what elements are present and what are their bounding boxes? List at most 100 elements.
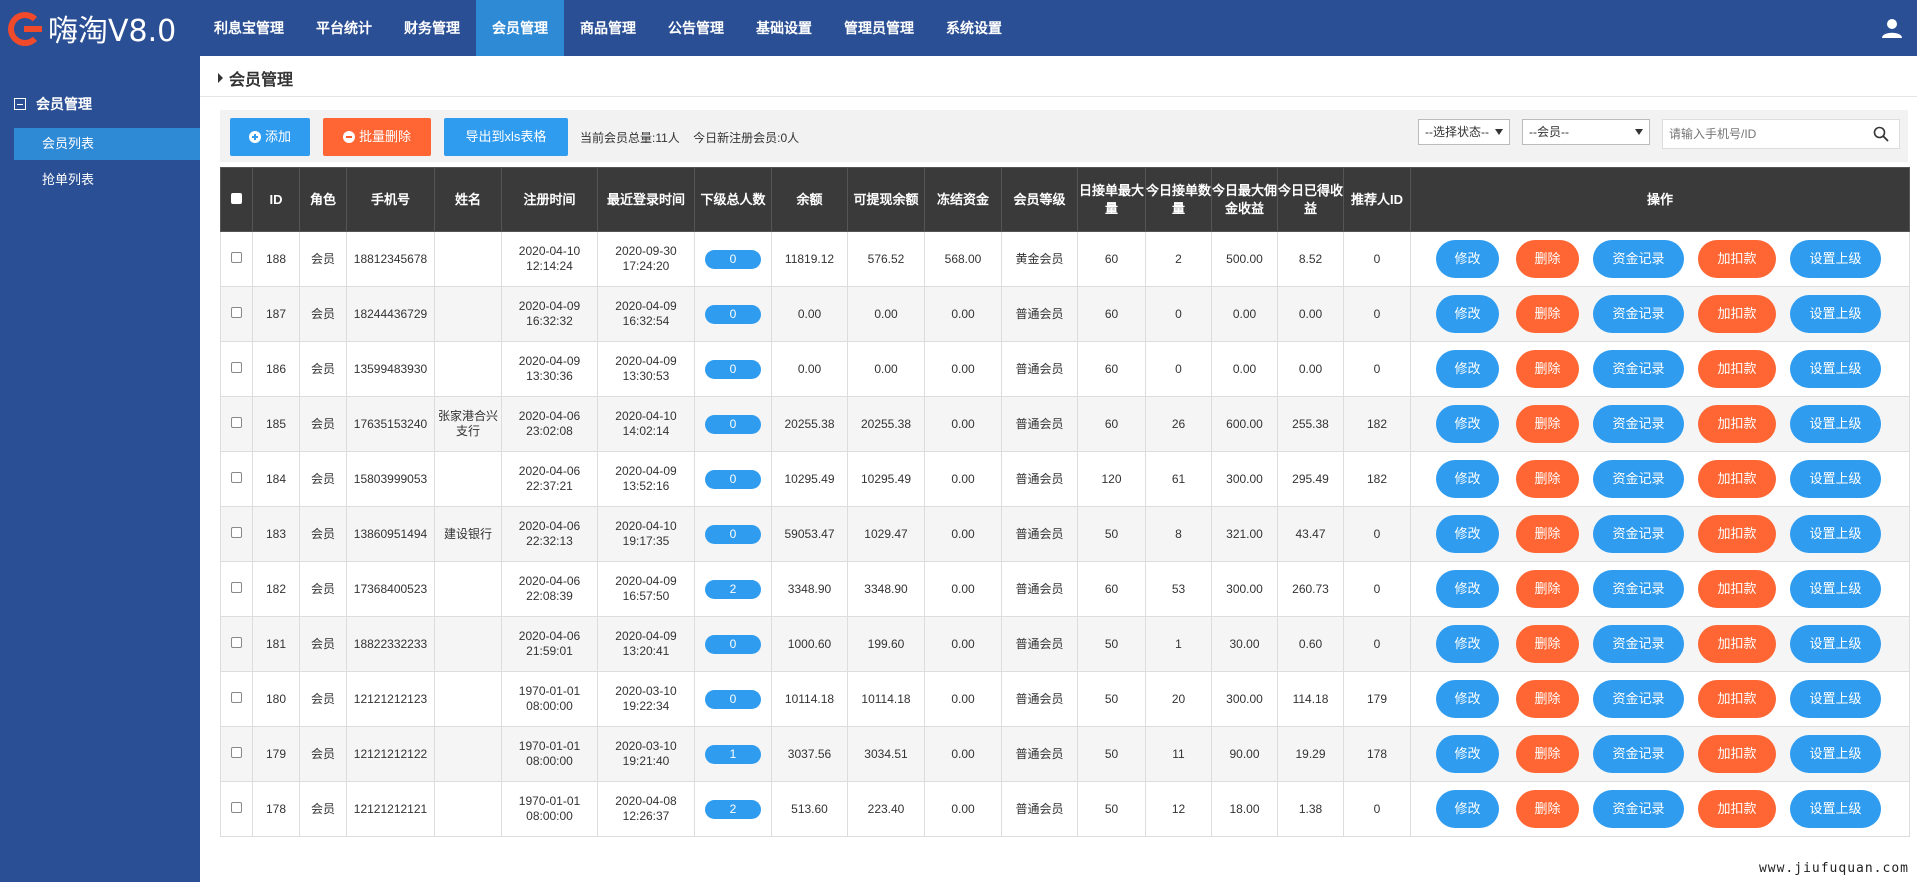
add-button[interactable]: 添加	[230, 118, 310, 156]
row-checkbox[interactable]	[231, 691, 242, 703]
fund-records-button[interactable]: 资金记录	[1593, 570, 1684, 608]
adjust-balance-button[interactable]: 加扣款	[1698, 295, 1776, 333]
status-select[interactable]: --选择状态--	[1418, 119, 1510, 145]
delete-button[interactable]: 删除	[1516, 405, 1579, 443]
user-icon[interactable]	[1881, 17, 1903, 39]
nav-item[interactable]: 基础设置	[740, 0, 828, 56]
row-checkbox[interactable]	[231, 746, 242, 758]
row-checkbox[interactable]	[231, 636, 242, 648]
sidebar-item-member-list[interactable]: 会员列表	[14, 128, 200, 160]
edit-button[interactable]: 修改	[1436, 735, 1499, 773]
delete-button[interactable]: 删除	[1516, 570, 1579, 608]
delete-button[interactable]: 删除	[1516, 295, 1579, 333]
adjust-balance-button[interactable]: 加扣款	[1698, 570, 1776, 608]
sidebar-item-order-list[interactable]: 抢单列表	[14, 164, 200, 196]
delete-button[interactable]: 删除	[1516, 240, 1579, 278]
fund-records-button[interactable]: 资金记录	[1593, 515, 1684, 553]
edit-button[interactable]: 修改	[1436, 240, 1499, 278]
delete-button[interactable]: 删除	[1516, 350, 1579, 388]
set-superior-button[interactable]: 设置上级	[1790, 570, 1881, 608]
edit-button[interactable]: 修改	[1436, 625, 1499, 663]
adjust-balance-button[interactable]: 加扣款	[1698, 405, 1776, 443]
fund-records-button[interactable]: 资金记录	[1593, 625, 1684, 663]
fund-records-button[interactable]: 资金记录	[1593, 240, 1684, 278]
fund-records-button[interactable]: 资金记录	[1593, 680, 1684, 718]
set-superior-button[interactable]: 设置上级	[1790, 405, 1881, 443]
adjust-balance-button[interactable]: 加扣款	[1698, 680, 1776, 718]
nav-item[interactable]: 公告管理	[652, 0, 740, 56]
adjust-balance-button[interactable]: 加扣款	[1698, 790, 1776, 828]
set-superior-button[interactable]: 设置上级	[1790, 295, 1881, 333]
nav-item[interactable]: 系统设置	[930, 0, 1018, 56]
set-superior-button[interactable]: 设置上级	[1790, 735, 1881, 773]
row-checkbox[interactable]	[231, 526, 242, 538]
subordinate-count-badge[interactable]: 0	[705, 414, 761, 434]
adjust-balance-button[interactable]: 加扣款	[1698, 240, 1776, 278]
set-superior-button[interactable]: 设置上级	[1790, 460, 1881, 498]
set-superior-button[interactable]: 设置上级	[1790, 680, 1881, 718]
set-superior-button[interactable]: 设置上级	[1790, 240, 1881, 278]
app-logo[interactable]: 嗨淘V8.0	[6, 10, 176, 49]
edit-button[interactable]: 修改	[1436, 460, 1499, 498]
fund-records-button[interactable]: 资金记录	[1593, 735, 1684, 773]
row-checkbox[interactable]	[231, 416, 242, 428]
delete-button[interactable]: 删除	[1516, 680, 1579, 718]
adjust-balance-button[interactable]: 加扣款	[1698, 460, 1776, 498]
select-all-checkbox[interactable]	[231, 192, 242, 204]
nav-item[interactable]: 商品管理	[564, 0, 652, 56]
edit-button[interactable]: 修改	[1436, 515, 1499, 553]
row-checkbox[interactable]	[231, 306, 242, 318]
nav-item[interactable]: 利息宝管理	[198, 0, 300, 56]
fund-records-button[interactable]: 资金记录	[1593, 295, 1684, 333]
search-input[interactable]	[1663, 120, 1853, 148]
edit-button[interactable]: 修改	[1436, 295, 1499, 333]
row-checkbox[interactable]	[231, 801, 242, 813]
subordinate-count-badge[interactable]: 0	[705, 524, 761, 544]
nav-item[interactable]: 平台统计	[300, 0, 388, 56]
export-xls-button[interactable]: 导出到xls表格	[444, 118, 568, 156]
fund-records-button[interactable]: 资金记录	[1593, 350, 1684, 388]
subordinate-count-badge[interactable]: 0	[705, 634, 761, 654]
nav-item[interactable]: 会员管理	[476, 0, 564, 56]
sidebar-group-member[interactable]: 会员管理	[14, 94, 92, 114]
delete-button[interactable]: 删除	[1516, 625, 1579, 663]
search-icon[interactable]	[1873, 126, 1889, 142]
batch-delete-button[interactable]: 批量删除	[323, 118, 431, 156]
row-checkbox[interactable]	[231, 471, 242, 483]
row-checkbox[interactable]	[231, 361, 242, 373]
fund-records-button[interactable]: 资金记录	[1593, 460, 1684, 498]
edit-button[interactable]: 修改	[1436, 350, 1499, 388]
adjust-balance-button[interactable]: 加扣款	[1698, 350, 1776, 388]
nav-item[interactable]: 财务管理	[388, 0, 476, 56]
subordinate-count-badge[interactable]: 0	[705, 249, 761, 269]
delete-button[interactable]: 删除	[1516, 460, 1579, 498]
edit-button[interactable]: 修改	[1436, 405, 1499, 443]
subordinate-count-badge[interactable]: 2	[705, 799, 761, 819]
row-checkbox[interactable]	[231, 251, 242, 263]
row-checkbox[interactable]	[231, 581, 242, 593]
subordinate-count-badge[interactable]: 0	[705, 359, 761, 379]
delete-button[interactable]: 删除	[1516, 515, 1579, 553]
set-superior-button[interactable]: 设置上级	[1790, 790, 1881, 828]
subordinate-count-badge[interactable]: 1	[705, 744, 761, 764]
edit-button[interactable]: 修改	[1436, 790, 1499, 828]
subordinate-count-badge[interactable]: 0	[705, 689, 761, 709]
nav-item[interactable]: 管理员管理	[828, 0, 930, 56]
subordinate-count-badge[interactable]: 0	[705, 469, 761, 489]
set-superior-button[interactable]: 设置上级	[1790, 625, 1881, 663]
fund-records-button[interactable]: 资金记录	[1593, 405, 1684, 443]
edit-button[interactable]: 修改	[1436, 680, 1499, 718]
fund-records-button[interactable]: 资金记录	[1593, 790, 1684, 828]
adjust-balance-button[interactable]: 加扣款	[1698, 515, 1776, 553]
delete-button[interactable]: 删除	[1516, 790, 1579, 828]
delete-button[interactable]: 删除	[1516, 735, 1579, 773]
adjust-balance-button[interactable]: 加扣款	[1698, 735, 1776, 773]
member-level-select[interactable]: --会员--	[1522, 119, 1650, 145]
adjust-balance-button[interactable]: 加扣款	[1698, 625, 1776, 663]
edit-button[interactable]: 修改	[1436, 570, 1499, 608]
set-superior-button[interactable]: 设置上级	[1790, 350, 1881, 388]
set-superior-button[interactable]: 设置上级	[1790, 515, 1881, 553]
subordinate-count-badge[interactable]: 0	[705, 304, 761, 324]
subordinate-count-badge[interactable]: 2	[705, 579, 761, 599]
column-header: 角色	[299, 167, 347, 232]
